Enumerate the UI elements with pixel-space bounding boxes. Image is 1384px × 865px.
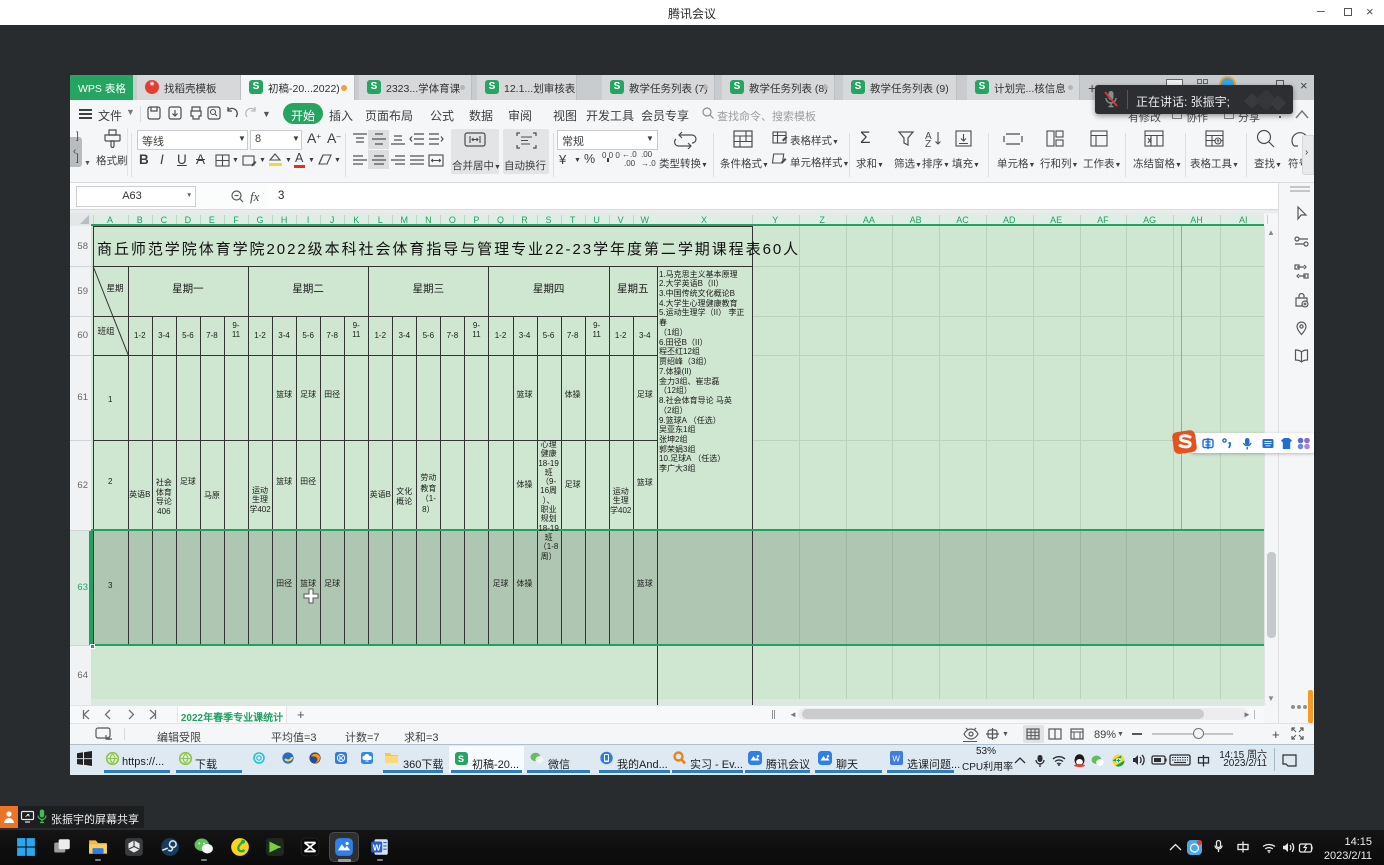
svg-text:Z: Z [925, 139, 931, 150]
svg-text:K: K [339, 755, 344, 762]
svg-text:W: W [373, 842, 381, 852]
svg-text:W: W [892, 755, 900, 764]
svg-text:s: s [107, 736, 110, 742]
svg-text:S: S [458, 754, 464, 764]
